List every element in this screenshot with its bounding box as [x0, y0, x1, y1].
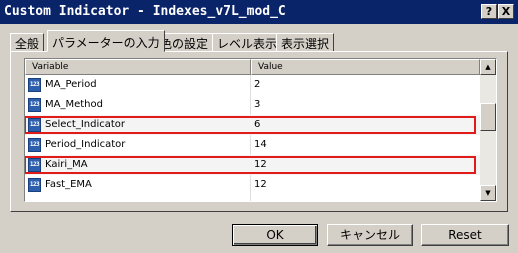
tab-visualization[interactable]: 表示選択: [276, 33, 335, 52]
table-row[interactable]: 123 MA_Method 3: [25, 95, 480, 115]
column-header-value[interactable]: Value: [251, 59, 480, 75]
column-header-variable[interactable]: Variable: [25, 59, 251, 75]
cancel-button[interactable]: キャンセル: [327, 224, 413, 246]
custom-indicator-dialog: Custom Indicator - Indexes_v7L_mod_C ? X…: [0, 0, 518, 253]
variable-name: Period_Indicator: [45, 139, 126, 150]
title-bar[interactable]: Custom Indicator - Indexes_v7L_mod_C ? X: [0, 0, 518, 24]
integer-type-icon: 123: [28, 158, 41, 172]
tab-levels[interactable]: レベル表示: [212, 33, 283, 52]
variable-value[interactable]: 3: [254, 95, 260, 115]
parameters-table: Variable Value 123 MA_Period 2 123 MA_Me…: [24, 58, 497, 202]
table-row[interactable]: 123 Fast_EMA 12: [25, 175, 480, 195]
variable-value[interactable]: 14: [254, 135, 267, 155]
variable-value[interactable]: 12: [254, 155, 267, 175]
variable-name: Kairi_MA: [45, 159, 88, 170]
variable-value[interactable]: 2: [254, 75, 260, 95]
integer-type-icon: 123: [28, 118, 41, 132]
tab-strip: 全般 パラメーターの入力 色の設定 レベル表示 表示選択: [10, 30, 510, 52]
integer-type-icon: 123: [28, 78, 41, 92]
table-rows: 123 MA_Period 2 123 MA_Method 3 123 Sele…: [25, 75, 480, 195]
window-title: Custom Indicator - Indexes_v7L_mod_C: [4, 4, 286, 19]
variable-name: MA_Method: [45, 99, 103, 110]
variable-value[interactable]: 6: [254, 115, 260, 135]
integer-type-icon: 123: [28, 178, 41, 192]
highlight-box: [25, 156, 476, 174]
reset-button[interactable]: Reset: [421, 224, 509, 246]
ok-button[interactable]: OK: [232, 224, 318, 246]
scroll-down-arrow-icon[interactable]: ▼: [480, 185, 496, 201]
table-row[interactable]: 123 MA_Period 2: [25, 75, 480, 95]
tab-parameters[interactable]: パラメーターの入力: [47, 30, 165, 52]
table-row[interactable]: 123 Kairi_MA 12: [25, 155, 480, 175]
variable-value[interactable]: 12: [254, 175, 267, 195]
integer-type-icon: 123: [28, 138, 41, 152]
variable-name: MA_Period: [45, 79, 97, 90]
integer-type-icon: 123: [28, 98, 41, 112]
close-button[interactable]: X: [498, 4, 514, 19]
help-button[interactable]: ?: [481, 4, 497, 19]
vertical-scrollbar[interactable]: ▲ ▼: [480, 59, 496, 201]
table-row[interactable]: 123 Period_Indicator 14: [25, 135, 480, 155]
scrollbar-thumb[interactable]: [480, 103, 496, 131]
tab-general[interactable]: 全般: [10, 33, 45, 52]
variable-name: Select_Indicator: [45, 119, 126, 130]
table-header: Variable Value: [25, 59, 480, 75]
variable-name: Fast_EMA: [45, 179, 92, 190]
table-row[interactable]: 123 Select_Indicator 6: [25, 115, 480, 135]
scroll-up-arrow-icon[interactable]: ▲: [480, 59, 496, 75]
